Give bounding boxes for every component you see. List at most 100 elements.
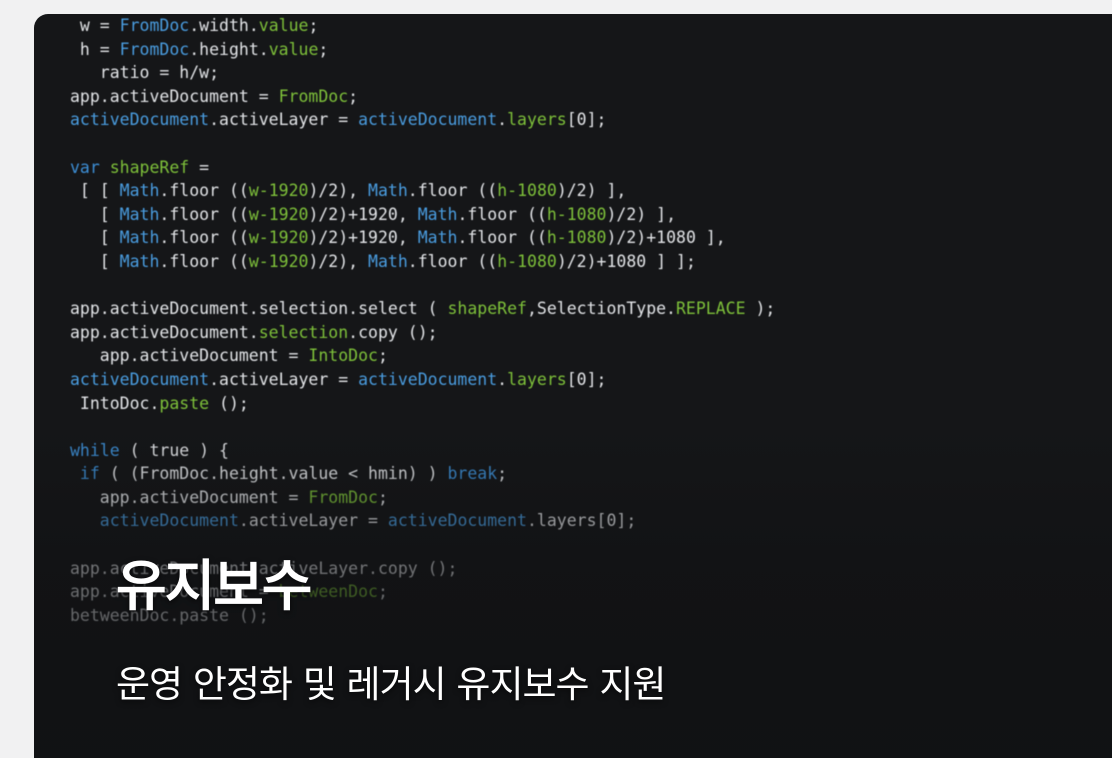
- code-token: app.activeDocument =: [70, 487, 309, 507]
- code-line: app.activeDocument = IntoDoc;: [70, 344, 775, 368]
- code-token: app.activeDocument.: [70, 322, 259, 342]
- code-token: break: [447, 464, 498, 484]
- code-token: h-1080: [546, 228, 607, 248]
- code-token: .copy ();: [348, 322, 438, 342]
- code-token: ,SelectionType.: [526, 299, 676, 319]
- code-line: [ Math.floor ((w-1920)/2)+1920, Math.flo…: [70, 226, 775, 250]
- code-token: activeDocument: [70, 110, 210, 130]
- code-line: activeDocument.activeLayer = activeDocum…: [70, 108, 775, 132]
- code-token: .floor ((: [407, 181, 498, 201]
- code-token: Math: [368, 251, 408, 271]
- code-token: [: [70, 251, 120, 271]
- code-token: w-1920: [248, 228, 309, 248]
- code-token: if: [70, 464, 100, 484]
- code-line: ratio = h/w;: [70, 61, 775, 85]
- code-token: FromDoc: [278, 86, 349, 106]
- code-token: .floor ((: [457, 228, 547, 248]
- code-token: ;: [348, 86, 359, 106]
- code-token: .layers[0];: [526, 511, 637, 531]
- code-token: .floor ((: [159, 228, 249, 248]
- code-token: activeDocument: [70, 511, 239, 531]
- code-token: selection: [258, 322, 349, 342]
- code-token: ;: [377, 582, 388, 602]
- code-token: =: [189, 157, 210, 177]
- code-line: app.activeDocument = FromDoc;: [70, 486, 775, 510]
- code-token: ( (FromDoc.height.value < hmin) ): [99, 464, 448, 484]
- code-token: h =: [70, 39, 120, 59]
- code-token: Math: [119, 181, 160, 201]
- code-token: paste: [159, 393, 210, 413]
- code-token: .activeLayer =: [209, 110, 359, 130]
- maintenance-card[interactable]: w = FromDoc.width.value; h = FromDoc.hei…: [34, 14, 1112, 758]
- code-line: [ Math.floor ((w-1920)/2)+1920, Math.flo…: [70, 203, 775, 227]
- code-token: Math: [417, 204, 458, 224]
- code-token: Math: [119, 204, 160, 224]
- code-token: );: [745, 299, 776, 319]
- code-token: )/2),: [308, 181, 369, 201]
- code-line: [ [ Math.floor ((w-1920)/2), Math.floor …: [70, 179, 775, 203]
- code-token: FromDoc: [119, 16, 190, 35]
- code-token: var: [70, 157, 110, 177]
- code-line: activeDocument.activeLayer = activeDocum…: [70, 509, 775, 533]
- code-token: FromDoc: [308, 487, 378, 507]
- code-token: .floor ((: [457, 204, 547, 224]
- code-token: shapeRef: [109, 157, 190, 177]
- code-token: .activeLayer =: [209, 369, 359, 389]
- code-token: Math: [368, 181, 408, 201]
- code-token: [: [70, 204, 120, 224]
- code-token: IntoDoc: [308, 346, 378, 366]
- code-token: h-1080: [497, 251, 557, 271]
- card-title: 유지보수: [116, 554, 312, 618]
- code-line: [ Math.floor ((w-1920)/2), Math.floor ((…: [70, 250, 775, 274]
- code-token: [ [: [70, 181, 120, 201]
- code-token: layers: [507, 369, 567, 389]
- code-token: w =: [70, 16, 120, 35]
- code-token: ;: [377, 487, 388, 507]
- code-token: activeDocument: [70, 369, 210, 389]
- code-token: w-1920: [248, 204, 309, 224]
- code-token: )/2) ],: [606, 204, 677, 224]
- code-token: .: [497, 110, 508, 130]
- code-token: ;: [318, 39, 329, 59]
- code-line: if ( (FromDoc.height.value < hmin) ) bre…: [70, 462, 775, 486]
- code-token: activeDocument: [358, 369, 498, 389]
- code-token: .activeLayer =: [238, 511, 388, 531]
- code-token: ;: [497, 464, 508, 484]
- code-token: Math: [119, 228, 160, 248]
- code-token: value: [258, 16, 309, 35]
- code-token: .: [497, 369, 508, 389]
- code-token: w-1920: [248, 251, 309, 271]
- code-token: ();: [209, 393, 249, 413]
- code-line: app.activeDocument.selection.copy ();: [70, 321, 775, 345]
- code-token: .height.: [189, 39, 269, 59]
- code-token: IntoDoc.: [70, 393, 160, 413]
- code-token: )/2)+1920,: [308, 204, 418, 224]
- code-line: app.activeDocument.selection.select ( sh…: [70, 297, 775, 321]
- code-token: ( true ) {: [119, 440, 229, 460]
- code-token: )/2)+1920,: [308, 228, 418, 248]
- code-token: app.activeDocument.selection.select (: [70, 299, 448, 319]
- code-token: .floor ((: [159, 181, 249, 201]
- code-token: )/2)+1080 ] ];: [556, 251, 696, 271]
- code-token: while: [70, 440, 120, 460]
- code-line: while ( true ) {: [70, 439, 775, 463]
- code-token: value: [268, 39, 319, 59]
- code-token: Math: [119, 251, 160, 271]
- code-token: activeDocument: [358, 110, 498, 130]
- code-token: h-1080: [546, 204, 607, 224]
- code-line: h = FromDoc.height.value;: [70, 38, 775, 62]
- code-token: h-1080: [497, 181, 557, 201]
- code-token: .width.: [189, 16, 259, 35]
- code-token: shapeRef: [447, 299, 527, 319]
- code-token: Math: [417, 228, 458, 248]
- code-token: ;: [377, 346, 388, 366]
- code-line: app.activeDocument = FromDoc;: [70, 85, 775, 109]
- code-token: .floor ((: [159, 204, 249, 224]
- code-token: .floor ((: [407, 251, 498, 271]
- code-line: IntoDoc.paste ();: [70, 392, 775, 416]
- code-token: FromDoc: [119, 39, 190, 59]
- code-token: )/2),: [308, 251, 369, 271]
